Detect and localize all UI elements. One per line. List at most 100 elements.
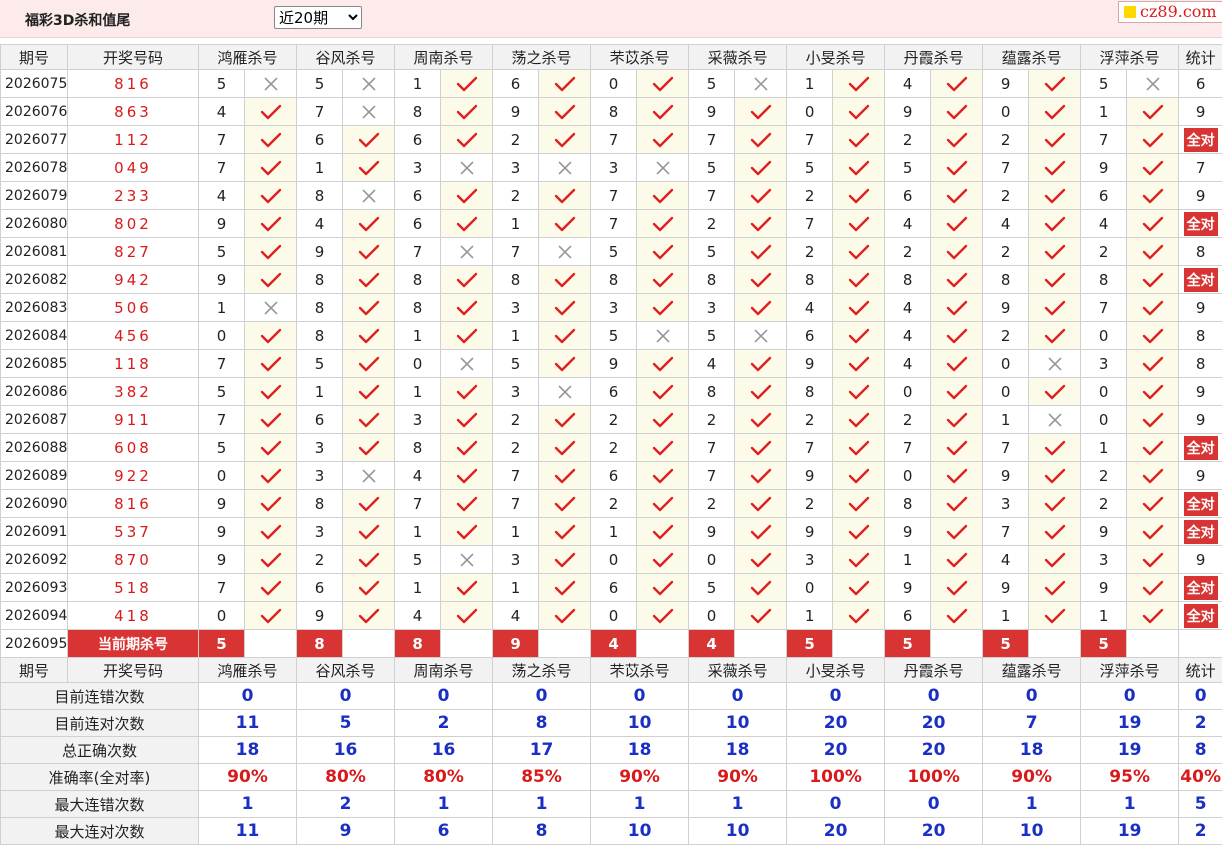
cross-icon xyxy=(735,76,786,92)
cross-icon xyxy=(637,328,688,344)
result-mark xyxy=(833,518,885,546)
stat-value: 19 xyxy=(1081,710,1179,737)
brand-square-icon xyxy=(1124,6,1136,18)
stat-row: 最大连错次数12111100115 xyxy=(1,791,1222,818)
stat-value: 0 xyxy=(1081,683,1179,710)
check-icon xyxy=(1127,356,1178,372)
check-icon xyxy=(931,496,982,512)
current-kill-value: 5 xyxy=(787,630,833,658)
check-icon xyxy=(735,468,786,484)
current-kill-value: 5 xyxy=(983,630,1029,658)
kill-value: 5 xyxy=(689,574,735,602)
kill-value: 9 xyxy=(787,350,833,378)
result-mark xyxy=(637,126,689,154)
cross-icon xyxy=(441,160,492,176)
table-row: 202607581655160514956 xyxy=(1,70,1222,98)
kill-value: 9 xyxy=(885,574,931,602)
check-icon xyxy=(735,160,786,176)
kill-value: 0 xyxy=(199,462,245,490)
check-icon xyxy=(1127,468,1178,484)
kill-value: 7 xyxy=(395,490,441,518)
kill-value: 6 xyxy=(493,70,539,98)
check-icon xyxy=(1029,552,1080,568)
period-cell: 2026087 xyxy=(1,406,68,434)
check-icon xyxy=(1127,580,1178,596)
check-icon xyxy=(245,216,296,232)
check-icon xyxy=(833,384,884,400)
check-icon xyxy=(539,216,590,232)
kill-value: 0 xyxy=(1081,322,1127,350)
result-mark xyxy=(735,406,787,434)
check-icon xyxy=(931,524,982,540)
check-icon xyxy=(735,244,786,260)
stat-value: 90% xyxy=(983,764,1081,791)
result-mark xyxy=(637,490,689,518)
period-select[interactable]: 近20期 xyxy=(274,6,362,29)
result-mark xyxy=(931,350,983,378)
brand-text: cz89.com xyxy=(1140,2,1217,21)
result-mark xyxy=(637,98,689,126)
result-mark xyxy=(931,210,983,238)
kill-value: 3 xyxy=(493,154,539,182)
stat-row: 最大连对次数119681010202010192 xyxy=(1,818,1222,845)
result-mark xyxy=(441,238,493,266)
kill-value: 2 xyxy=(983,238,1029,266)
kill-value: 4 xyxy=(983,210,1029,238)
stat-value: 10 xyxy=(591,710,689,737)
result-mark xyxy=(1029,462,1081,490)
stat-label: 最大连错次数 xyxy=(1,791,199,818)
check-icon xyxy=(343,244,394,260)
stat-total: 8 xyxy=(1179,737,1222,764)
check-icon xyxy=(1029,300,1080,316)
kill-value: 8 xyxy=(1081,266,1127,294)
table-row: 20260944180944001611全对 xyxy=(1,602,1222,630)
kill-value: 7 xyxy=(297,98,343,126)
stat-cell: 9 xyxy=(1179,182,1222,210)
result-mark xyxy=(1029,378,1081,406)
kill-value: 6 xyxy=(591,462,637,490)
result-mark xyxy=(931,378,983,406)
kill-value: 2 xyxy=(1081,238,1127,266)
period-cell: 2026077 xyxy=(1,126,68,154)
stat-value: 8 xyxy=(493,818,591,845)
check-icon xyxy=(1029,76,1080,92)
result-mark xyxy=(343,294,395,322)
check-icon xyxy=(833,496,884,512)
kill-value: 7 xyxy=(493,462,539,490)
current-stat xyxy=(1179,630,1222,658)
table-row: 20260935187611650999全对 xyxy=(1,574,1222,602)
check-icon xyxy=(735,552,786,568)
kill-value: 6 xyxy=(885,602,931,630)
result-mark xyxy=(245,238,297,266)
correct-count: 9 xyxy=(1196,467,1206,485)
check-icon xyxy=(343,132,394,148)
result-mark xyxy=(735,322,787,350)
kill-value: 4 xyxy=(199,182,245,210)
period-cell: 2026090 xyxy=(1,490,68,518)
stat-value: 0 xyxy=(493,683,591,710)
result-mark xyxy=(931,322,983,350)
cross-icon xyxy=(1029,356,1080,372)
period-cell: 2026093 xyxy=(1,574,68,602)
stat-cell: 9 xyxy=(1179,98,1222,126)
check-icon xyxy=(343,412,394,428)
stat-value: 10 xyxy=(591,818,689,845)
kill-value: 4 xyxy=(983,546,1029,574)
cross-icon xyxy=(245,76,296,92)
kill-value: 4 xyxy=(885,70,931,98)
result-mark xyxy=(833,350,885,378)
result-mark xyxy=(441,518,493,546)
kill-value: 5 xyxy=(493,350,539,378)
site-brand[interactable]: cz89.com xyxy=(1118,1,1222,23)
result-mark xyxy=(343,518,395,546)
cross-icon xyxy=(343,468,394,484)
kill-value: 2 xyxy=(885,406,931,434)
current-label: 当前期杀号 xyxy=(68,630,199,658)
check-icon xyxy=(441,412,492,428)
kill-value: 2 xyxy=(1081,462,1127,490)
result-mark xyxy=(637,378,689,406)
check-icon xyxy=(833,524,884,540)
current-pad xyxy=(833,630,885,658)
stat-value: 16 xyxy=(395,737,493,764)
kill-value: 9 xyxy=(983,70,1029,98)
